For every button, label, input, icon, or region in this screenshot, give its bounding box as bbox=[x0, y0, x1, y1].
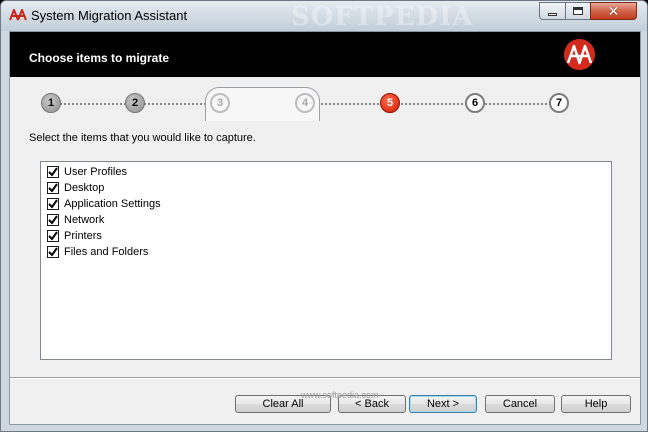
app-logo-icon bbox=[9, 9, 27, 21]
footer-watermark: www.softpedia.com bbox=[301, 390, 379, 400]
checkmark-icon bbox=[48, 182, 58, 193]
minimize-icon bbox=[548, 12, 557, 16]
list-item-label: Desktop bbox=[64, 181, 105, 194]
items-list[interactable]: User Profiles Desktop Application Settin… bbox=[40, 161, 612, 360]
close-button[interactable]: ✕ bbox=[590, 2, 637, 20]
softpedia-watermark: SOFTPEDIA bbox=[291, 2, 474, 32]
list-item-label: User Profiles bbox=[64, 165, 127, 178]
help-button[interactable]: Help bbox=[561, 395, 631, 413]
step-6: 6 bbox=[465, 93, 485, 113]
checkmark-icon bbox=[48, 246, 58, 257]
step-3: 3 bbox=[210, 93, 230, 113]
close-icon: ✕ bbox=[607, 3, 620, 19]
maximize-icon bbox=[573, 7, 583, 15]
title-bar[interactable]: System Migration Assistant SOFTPEDIA ✕ bbox=[1, 1, 647, 32]
main-window: System Migration Assistant SOFTPEDIA ✕ C… bbox=[0, 0, 648, 432]
step-connector bbox=[318, 103, 558, 105]
checkmark-icon bbox=[48, 198, 58, 209]
step-5: 5 bbox=[380, 93, 400, 113]
list-item-label: Printers bbox=[64, 229, 102, 242]
page-title: Choose items to migrate bbox=[29, 51, 170, 65]
list-item-label: Application Settings bbox=[64, 197, 161, 210]
network-checkbox[interactable] bbox=[47, 213, 59, 226]
list-item-application-settings[interactable]: Application Settings bbox=[47, 196, 161, 211]
footer-divider bbox=[10, 377, 640, 379]
list-item-printers[interactable]: Printers bbox=[47, 228, 102, 243]
list-item-files-and-folders[interactable]: Files and Folders bbox=[47, 244, 148, 259]
list-item-label: Files and Folders bbox=[64, 245, 149, 258]
step-1: 1 bbox=[41, 93, 61, 113]
desktop-checkbox[interactable] bbox=[47, 181, 59, 194]
maximize-button[interactable] bbox=[565, 2, 591, 20]
next-button[interactable]: Next > bbox=[409, 395, 477, 413]
list-item-desktop[interactable]: Desktop bbox=[47, 180, 104, 195]
checkmark-icon bbox=[48, 166, 58, 177]
cancel-button[interactable]: Cancel bbox=[485, 395, 555, 413]
list-item-label: Network bbox=[64, 213, 105, 226]
step-7: 7 bbox=[549, 93, 569, 113]
files-and-folders-checkbox[interactable] bbox=[47, 245, 59, 258]
window-title: System Migration Assistant bbox=[31, 8, 188, 23]
list-item-network[interactable]: Network bbox=[47, 212, 104, 227]
checkmark-icon bbox=[48, 214, 58, 225]
user-profiles-checkbox[interactable] bbox=[47, 165, 59, 178]
wizard-steps: 1 2 3 4 5 6 7 bbox=[10, 85, 640, 123]
step-4: 4 bbox=[295, 93, 315, 113]
list-item-user-profiles[interactable]: User Profiles bbox=[47, 164, 127, 179]
checkmark-icon bbox=[48, 230, 58, 241]
printers-checkbox[interactable] bbox=[47, 229, 59, 242]
minimize-button[interactable] bbox=[539, 2, 566, 20]
wizard-header: Choose items to migrate bbox=[10, 32, 640, 77]
application-settings-checkbox[interactable] bbox=[47, 197, 59, 210]
instruction-text: Select the items that you would like to … bbox=[29, 132, 256, 144]
step-2: 2 bbox=[125, 93, 145, 113]
sma-logo-icon bbox=[564, 39, 595, 70]
wizard-body: Choose items to migrate 1 2 3 4 5 6 7 Se… bbox=[9, 31, 641, 425]
